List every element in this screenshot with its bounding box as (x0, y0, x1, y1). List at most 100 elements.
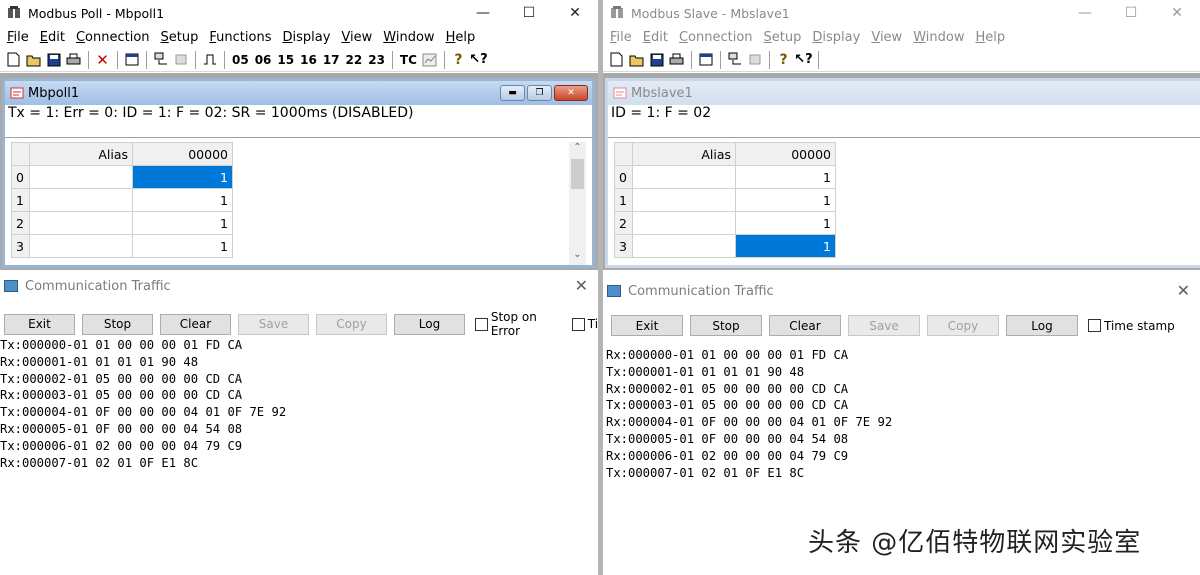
alias-cell[interactable] (29, 188, 133, 212)
poll-menu-connection[interactable]: Connection (71, 30, 156, 45)
save-button[interactable]: Save (238, 313, 309, 335)
function-code-button[interactable]: 23 (368, 53, 385, 67)
value-cell[interactable]: 1 (132, 188, 233, 212)
checkbox-box[interactable] (1088, 319, 1101, 332)
function-code-button[interactable]: 15 (277, 53, 294, 67)
context-help-icon[interactable]: ↖? (469, 50, 488, 69)
delete-x-icon[interactable]: ✕ (93, 50, 112, 69)
poll-menu-file[interactable]: File (2, 30, 35, 45)
connect-icon[interactable] (151, 50, 170, 69)
slave-maximize-button[interactable]: ☐ (1108, 0, 1154, 26)
slave-menu-file[interactable]: File (605, 30, 638, 45)
child-minimize-button[interactable]: ▬ (500, 85, 525, 101)
function-code-button[interactable]: 16 (300, 53, 317, 67)
child-close-button[interactable]: ✕ (554, 85, 588, 101)
new-icon[interactable] (607, 50, 626, 69)
alias-cell[interactable] (29, 211, 133, 235)
function-code-button[interactable]: 05 (232, 53, 249, 67)
disconnect-icon[interactable] (171, 50, 190, 69)
pulse-icon[interactable] (200, 50, 219, 69)
poll-traffic-close-icon[interactable]: ✕ (575, 276, 588, 295)
poll-child-titlebar[interactable]: Mbpoll1 ▬ ❐ ✕ (5, 81, 592, 105)
slave-menu-setup[interactable]: Setup (759, 30, 808, 45)
slave-menu-help[interactable]: Help (970, 30, 1011, 45)
poll-menu-help[interactable]: Help (441, 30, 482, 45)
poll-maximize-button[interactable]: ☐ (506, 0, 552, 26)
alias-cell[interactable] (29, 165, 133, 189)
checkbox-box[interactable] (571, 317, 585, 331)
new-icon[interactable] (4, 50, 23, 69)
exit-button[interactable]: Exit (4, 313, 75, 335)
slave-minimize-button[interactable]: — (1062, 0, 1108, 26)
poll-titlebar[interactable]: Modbus Poll - Mbpoll1 — ☐ ✕ (0, 0, 598, 26)
slave-menu-window[interactable]: Window (908, 30, 970, 45)
save-disk-icon[interactable] (44, 50, 63, 69)
time-stamp-checkbox[interactable]: Ti (571, 317, 598, 331)
log-button[interactable]: Log (1006, 315, 1078, 336)
value-cell[interactable]: 1 (132, 234, 233, 258)
alias-cell[interactable] (632, 188, 736, 212)
value-cell[interactable]: 1 (132, 165, 233, 189)
alias-cell[interactable] (632, 234, 736, 258)
time-stamp-checkbox[interactable]: Time stamp (1088, 319, 1175, 333)
print-icon[interactable] (64, 50, 83, 69)
value-cell[interactable]: 1 (735, 211, 836, 235)
checkbox-box[interactable] (475, 317, 488, 331)
function-code-button[interactable]: 17 (323, 53, 340, 67)
slave-menu-connection[interactable]: Connection (674, 30, 759, 45)
help-icon[interactable]: ? (449, 50, 468, 69)
disconnect-icon[interactable] (745, 50, 764, 69)
scroll-thumb[interactable] (571, 159, 584, 189)
slave-close-button[interactable]: ✕ (1154, 0, 1200, 26)
alias-cell[interactable] (632, 165, 736, 189)
slave-traffic-titlebar[interactable]: Communication Traffic (603, 278, 1200, 304)
help-icon[interactable]: ? (774, 50, 793, 69)
save-disk-icon[interactable] (647, 50, 666, 69)
clear-button[interactable]: Clear (160, 313, 231, 335)
poll-menu-view[interactable]: View (336, 30, 378, 45)
clear-button[interactable]: Clear (769, 315, 841, 336)
stop-on-error-checkbox[interactable]: Stop on Error (475, 310, 569, 338)
poll-menu-display[interactable]: Display (277, 30, 336, 45)
value-cell[interactable]: 1 (735, 188, 836, 212)
function-code-button[interactable]: 22 (346, 53, 363, 67)
tc-button[interactable]: TC (400, 53, 417, 67)
context-help-icon[interactable]: ↖? (794, 50, 813, 69)
slave-child-titlebar[interactable]: Mbslave1 (608, 81, 1200, 105)
save-button[interactable]: Save (848, 315, 920, 336)
connect-icon[interactable] (725, 50, 744, 69)
alias-cell[interactable] (29, 234, 133, 258)
slave-menu-display[interactable]: Display (807, 30, 866, 45)
stop-button[interactable]: Stop (82, 313, 153, 335)
scroll-down-arrow-icon[interactable]: ⌄ (569, 249, 586, 265)
scroll-up-arrow-icon[interactable]: ⌃ (569, 142, 586, 158)
chart-icon[interactable] (420, 50, 439, 69)
slave-titlebar[interactable]: Modbus Slave - Mbslave1 — ☐ ✕ (603, 0, 1200, 26)
copy-button[interactable]: Copy (927, 315, 999, 336)
log-button[interactable]: Log (394, 313, 465, 335)
poll-menu-window[interactable]: Window (378, 30, 440, 45)
stop-button[interactable]: Stop (690, 315, 762, 336)
poll-menu-edit[interactable]: Edit (35, 30, 71, 45)
copy-button[interactable]: Copy (316, 313, 387, 335)
slave-menu-edit[interactable]: Edit (638, 30, 674, 45)
alias-cell[interactable] (632, 211, 736, 235)
slave-menu-view[interactable]: View (866, 30, 908, 45)
value-cell[interactable]: 1 (735, 234, 836, 258)
child-restore-button[interactable]: ❐ (527, 85, 552, 101)
function-code-button[interactable]: 06 (255, 53, 272, 67)
poll-minimize-button[interactable]: — (460, 0, 506, 26)
open-folder-icon[interactable] (24, 50, 43, 69)
exit-button[interactable]: Exit (611, 315, 683, 336)
print-icon[interactable] (667, 50, 686, 69)
slave-traffic-close-icon[interactable]: ✕ (1177, 281, 1190, 300)
poll-menu-functions[interactable]: Functions (204, 30, 277, 45)
grid-vertical-scrollbar[interactable]: ⌃ ⌄ (569, 142, 586, 265)
window-icon[interactable] (122, 50, 141, 69)
poll-menu-setup[interactable]: Setup (156, 30, 205, 45)
window-icon[interactable] (696, 50, 715, 69)
open-folder-icon[interactable] (627, 50, 646, 69)
value-cell[interactable]: 1 (132, 211, 233, 235)
poll-traffic-titlebar[interactable]: Communication Traffic (0, 273, 598, 299)
poll-close-button[interactable]: ✕ (552, 0, 598, 26)
